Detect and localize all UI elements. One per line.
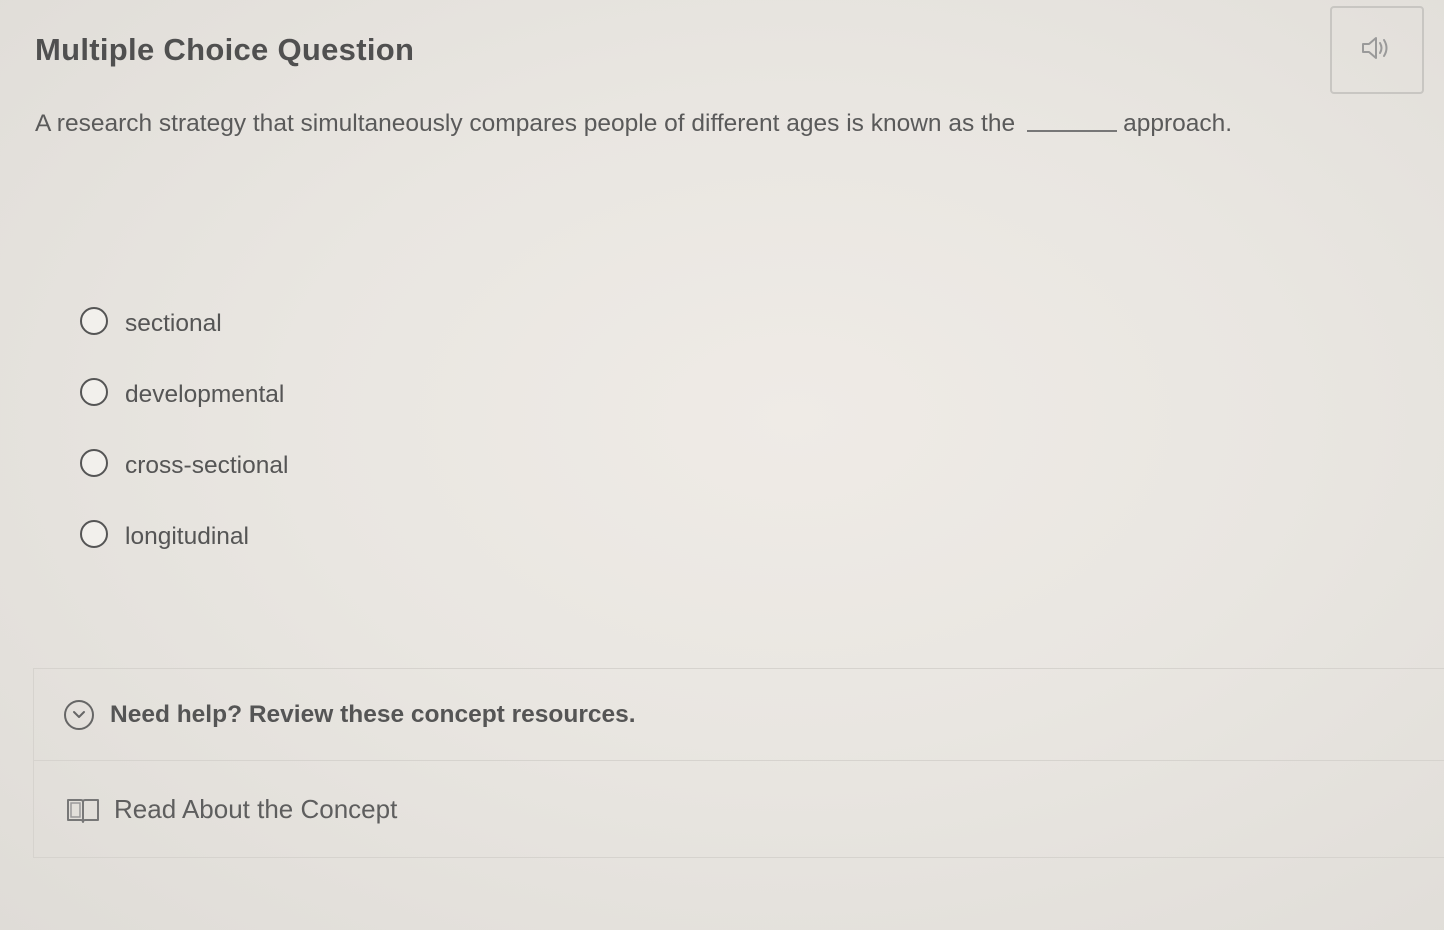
radio-button[interactable] (80, 519, 108, 548)
option-label: cross-sectional (125, 451, 289, 479)
concept-resources-panel: Need help? Review these concept resource… (33, 668, 1444, 858)
answer-blank (1027, 129, 1118, 132)
question-page: Multiple Choice Question A research stra… (0, 0, 1444, 930)
question-prompt: A research strategy that simultaneously … (35, 110, 1415, 138)
question-title: Multiple Choice Question (35, 32, 415, 67)
radio-button[interactable] (80, 448, 108, 477)
option-sectional[interactable]: sectional (80, 288, 288, 359)
option-label: developmental (125, 380, 285, 408)
option-cross-sectional[interactable]: cross-sectional (80, 430, 288, 501)
question-text-before: A research strategy that simultaneously … (35, 110, 1016, 137)
option-longitudinal[interactable]: longitudinal (80, 501, 288, 572)
question-text-after: approach. (1123, 110, 1233, 137)
read-aloud-button[interactable] (1330, 6, 1424, 94)
read-about-concept-link[interactable]: Read About the Concept (34, 761, 1444, 858)
radio-button[interactable] (80, 377, 108, 406)
option-label: sectional (125, 309, 222, 337)
option-developmental[interactable]: developmental (80, 359, 288, 430)
read-about-concept-label: Read About the Concept (114, 794, 398, 824)
option-label: longitudinal (125, 522, 249, 550)
answer-options: sectional developmental cross-sectional … (80, 288, 288, 572)
speaker-icon (1360, 34, 1394, 67)
concept-resources-toggle[interactable]: Need help? Review these concept resource… (34, 669, 1444, 761)
book-icon (66, 796, 100, 824)
chevron-down-circle-icon (64, 699, 94, 730)
concept-resources-heading: Need help? Review these concept resource… (110, 700, 636, 728)
radio-button[interactable] (80, 306, 108, 335)
